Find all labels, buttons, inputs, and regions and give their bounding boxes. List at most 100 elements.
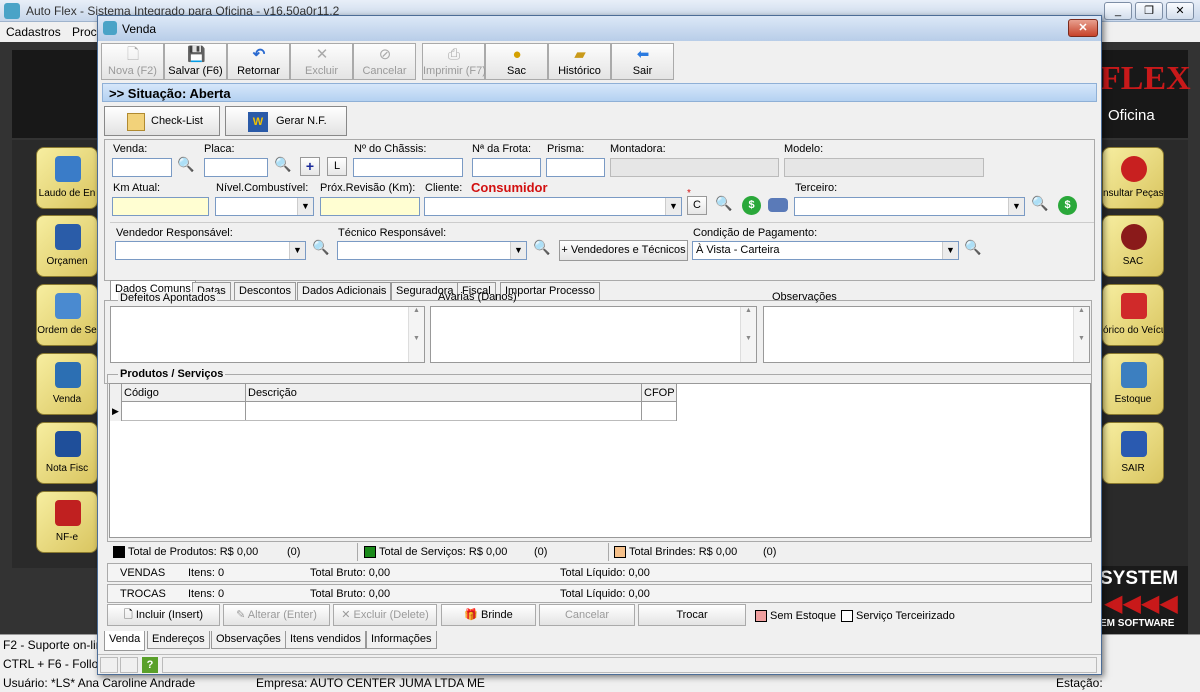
close-dialog-button[interactable]: ✕ bbox=[1068, 19, 1098, 37]
vendas-itens: Itens: 0 bbox=[188, 567, 225, 579]
restore-button[interactable]: ❐ bbox=[1135, 2, 1163, 20]
tecnico-search-icon[interactable]: 🔍 bbox=[533, 239, 553, 259]
trocas-label: TROCAS bbox=[120, 588, 166, 600]
imprimir-button[interactable]: ⎙ Imprimir (F7) bbox=[422, 43, 486, 80]
checklist-button[interactable]: Check-List bbox=[104, 106, 220, 136]
totals-sep bbox=[608, 543, 609, 561]
sidebar-estoque[interactable]: Estoque bbox=[1102, 353, 1164, 415]
btab-enderecos[interactable]: Endereços bbox=[147, 631, 210, 649]
sidebar-venda[interactable]: Venda bbox=[36, 353, 98, 415]
minimize-button[interactable]: _ bbox=[1104, 2, 1132, 20]
terceiro-search-icon[interactable]: 🔍 bbox=[1031, 195, 1051, 215]
sidebar-orcamento[interactable]: Orçamen bbox=[36, 215, 98, 277]
btab-venda[interactable]: Venda bbox=[104, 631, 146, 651]
terceiro-select[interactable]: ▼ bbox=[794, 197, 1025, 216]
btab-observacoes[interactable]: Observações bbox=[211, 631, 286, 649]
scrollbar[interactable]: ▲ ▼ bbox=[1073, 307, 1089, 362]
venda-label: Venda: bbox=[113, 143, 148, 155]
pagamento-select[interactable]: À Vista - Carteira ▼ bbox=[692, 241, 959, 260]
cliente-select[interactable]: ▼ bbox=[424, 197, 682, 216]
salvar-button[interactable]: 💾 Salvar (F6) bbox=[164, 43, 227, 80]
total-servicos: Total de Serviços: R$ 0,00 bbox=[379, 546, 508, 558]
help-icon[interactable]: ? bbox=[142, 657, 158, 673]
sidebar-ordem[interactable]: Ordem de Se bbox=[36, 284, 98, 346]
combustivel-select[interactable]: ▼ bbox=[215, 197, 314, 216]
c-button[interactable]: C bbox=[687, 196, 707, 215]
km-input[interactable] bbox=[112, 197, 209, 216]
sidebar-nota[interactable]: Nota Fisc bbox=[36, 422, 98, 484]
print-icon: ⎙ bbox=[447, 46, 460, 63]
sidebar-sac[interactable]: SAC bbox=[1102, 215, 1164, 277]
menu-cadastros[interactable]: Cadastros bbox=[6, 25, 61, 39]
avarias-label: Avarias (Danos) bbox=[438, 291, 517, 303]
table-row[interactable] bbox=[122, 402, 676, 421]
col-cfop[interactable]: CFOP bbox=[644, 387, 675, 399]
alterar-button[interactable]: ✎ Alterar (Enter) bbox=[223, 604, 330, 626]
produtos-grid[interactable]: ▶ Código Descrição CFOP bbox=[109, 383, 1091, 538]
scrollbar[interactable]: ▲ ▼ bbox=[408, 307, 424, 362]
cliente-search-icon[interactable]: 🔍 bbox=[715, 195, 735, 215]
sair-button[interactable]: ⬅ Sair bbox=[611, 43, 674, 80]
excluir-button[interactable]: ✕ Excluir bbox=[290, 43, 353, 80]
btab-itens-vendidos[interactable]: Itens vendidos bbox=[285, 631, 366, 649]
venda-search-icon[interactable]: 🔍 bbox=[177, 156, 197, 176]
vendedor-select[interactable]: ▼ bbox=[115, 241, 306, 260]
sidebar-laudo[interactable]: Laudo de En bbox=[36, 147, 98, 209]
situacao-bar: >> Situação: Aberta bbox=[102, 83, 1097, 102]
chevron-down-icon: ▼ bbox=[942, 242, 958, 259]
close-main-button[interactable]: ✕ bbox=[1166, 2, 1194, 20]
sidebar-nfe[interactable]: NF-e bbox=[36, 491, 98, 553]
sidebar-consultar[interactable]: nsultar Peças bbox=[1102, 147, 1164, 209]
gerar-nf-button[interactable]: W Gerar N.F. bbox=[225, 106, 347, 136]
modelo-label: Modelo: bbox=[784, 143, 824, 155]
defeitos-memo[interactable]: ▲ ▼ bbox=[110, 306, 425, 363]
money-icon[interactable]: $ bbox=[742, 196, 761, 215]
tecnico-select[interactable]: ▼ bbox=[337, 241, 527, 260]
trocar-button[interactable]: Trocar bbox=[638, 604, 746, 626]
observacoes-label: Observações bbox=[772, 291, 837, 303]
btab-informacoes[interactable]: Informações bbox=[366, 631, 437, 649]
placa-input[interactable] bbox=[204, 158, 268, 177]
edit-icon: ✎ bbox=[236, 609, 248, 621]
vendedor-search-icon[interactable]: 🔍 bbox=[312, 239, 332, 259]
cancelar-button[interactable]: ⊘ Cancelar bbox=[353, 43, 416, 80]
new-doc-icon: 🗋 bbox=[126, 46, 140, 63]
vendedor-label: Vendedor Responsável: bbox=[116, 227, 233, 239]
nova-button[interactable]: 🗋 Nova (F2) bbox=[101, 43, 164, 80]
scrollbar[interactable]: ▲ ▼ bbox=[740, 307, 756, 362]
terceirizado-swatch bbox=[841, 610, 853, 622]
col-descricao[interactable]: Descrição bbox=[248, 387, 297, 399]
retornar-button[interactable]: ↶ Retornar bbox=[227, 43, 290, 80]
brinde-button[interactable]: 🎁 Brinde bbox=[441, 604, 536, 626]
delete-icon: ✕ bbox=[341, 609, 354, 621]
col-codigo[interactable]: Código bbox=[124, 387, 159, 399]
observacoes-memo[interactable]: ▲ ▼ bbox=[763, 306, 1090, 363]
sem-estoque-label: Sem Estoque bbox=[770, 610, 837, 622]
menu-processos[interactable]: Proc bbox=[72, 25, 97, 39]
cancelar-item-button[interactable]: Cancelar bbox=[539, 604, 635, 626]
totals-sep bbox=[357, 543, 358, 561]
add-placa-button[interactable]: + bbox=[300, 157, 320, 176]
avarias-memo[interactable]: ▲ ▼ bbox=[430, 306, 757, 363]
l-button[interactable]: L bbox=[327, 157, 347, 176]
historico-button[interactable]: ▰ Histórico bbox=[548, 43, 611, 80]
checklist-icon bbox=[127, 113, 145, 131]
terceiro-money-icon[interactable]: $ bbox=[1058, 196, 1077, 215]
cliente-label: Cliente: bbox=[425, 182, 463, 194]
brindes-swatch bbox=[614, 546, 626, 558]
vendedores-tecnicos-button[interactable]: + Vendedores e Técnicos bbox=[559, 240, 688, 261]
sidebar-sair[interactable]: SAIR bbox=[1102, 422, 1164, 484]
prisma-input[interactable] bbox=[546, 158, 605, 177]
excluir-item-button[interactable]: ✕ Excluir (Delete) bbox=[333, 604, 437, 626]
car-icon[interactable] bbox=[768, 198, 788, 212]
venda-input[interactable] bbox=[112, 158, 172, 177]
placa-search-icon[interactable]: 🔍 bbox=[274, 156, 294, 176]
sac-button[interactable]: ● Sac bbox=[485, 43, 548, 80]
pagamento-search-icon[interactable]: 🔍 bbox=[964, 239, 984, 259]
chevron-down-icon: ▼ bbox=[297, 198, 313, 215]
chassis-input[interactable] bbox=[353, 158, 463, 177]
incluir-button[interactable]: 🗋 Incluir (Insert) bbox=[107, 604, 220, 626]
sidebar-historico[interactable]: órico do Veículo bbox=[1102, 284, 1164, 346]
revisao-input[interactable] bbox=[320, 197, 420, 216]
frota-input[interactable] bbox=[472, 158, 541, 177]
